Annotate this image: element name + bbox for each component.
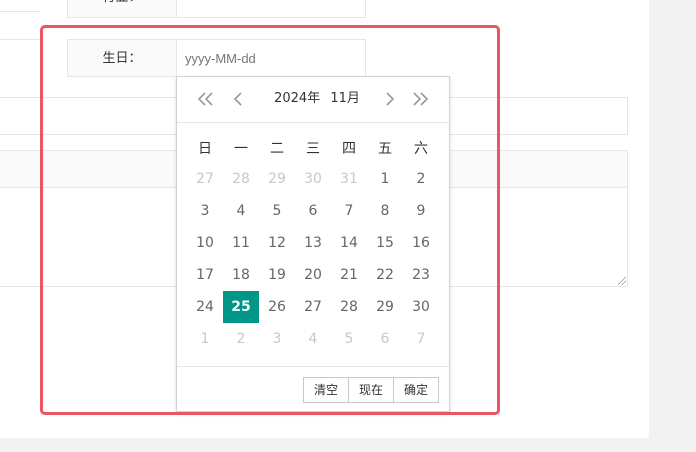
calendar-day[interactable]: 2 <box>223 323 259 355</box>
confirm-button[interactable]: 确定 <box>392 377 439 403</box>
date-picker-footer: 清空 现在 确定 <box>177 366 449 411</box>
date-picker: 2024年 11月 日 一 二 三 四 五 六 27 28 29 30 31 1 2 3 4 5 6… <box>176 76 450 412</box>
calendar-day[interactable]: 27 <box>187 163 223 195</box>
date-picker-header: 2024年 11月 <box>177 77 449 123</box>
calendar-week-row: 17 18 19 20 21 22 23 <box>187 259 439 291</box>
calendar-week-row: 3456789 <box>187 195 439 227</box>
month-year-title: 2024年 11月 <box>267 89 367 109</box>
calendar-day[interactable]: 17 <box>187 259 223 291</box>
clear-button[interactable]: 清空 <box>302 377 349 403</box>
weekday-label: 一 <box>234 141 248 157</box>
weekday-label: 日 <box>198 141 212 157</box>
calendar-day[interactable]: 16 <box>403 227 439 259</box>
calendar-day[interactable]: 18 <box>223 259 259 291</box>
weekday-label: 三 <box>306 141 320 157</box>
divider <box>0 39 40 40</box>
calendar-day[interactable]: 14 <box>331 227 367 259</box>
calendar-day[interactable]: 5 <box>259 195 295 227</box>
calendar-day[interactable]: 29 <box>367 291 403 323</box>
calendar-day[interactable]: 26 <box>259 291 295 323</box>
calendar-week-row: 27 28 29 30 31 1 2 <box>187 163 439 195</box>
calendar-day[interactable]: 19 <box>259 259 295 291</box>
calendar-day[interactable]: 20 <box>295 259 331 291</box>
double-chevron-left-icon[interactable] <box>195 89 217 109</box>
chevron-left-icon[interactable] <box>227 89 249 109</box>
calendar-week-row: 10 11 12 13 14 15 16 <box>187 227 439 259</box>
industry-input[interactable] <box>176 0 366 18</box>
calendar-week-row: 1234567 <box>187 323 439 355</box>
calendar-day[interactable]: 27 <box>295 291 331 323</box>
calendar-day[interactable]: 10 <box>187 227 223 259</box>
calendar-day[interactable]: 4 <box>223 195 259 227</box>
calendar-day[interactable]: 7 <box>403 323 439 355</box>
resize-handle-icon[interactable] <box>618 277 626 285</box>
weekday-label: 二 <box>270 141 284 157</box>
divider <box>0 11 40 12</box>
now-button[interactable]: 现在 <box>347 377 394 403</box>
weekday-label: 六 <box>414 141 428 157</box>
industry-label: 行业： <box>67 0 177 18</box>
calendar-day[interactable]: 7 <box>331 195 367 227</box>
calendar-day[interactable]: 28 <box>223 163 259 195</box>
calendar-day[interactable]: 15 <box>367 227 403 259</box>
birthday-input[interactable] <box>176 39 366 77</box>
calendar-day[interactable]: 3 <box>187 195 223 227</box>
weekday-label: 五 <box>378 141 392 157</box>
calendar-day[interactable]: 30 <box>295 163 331 195</box>
calendar-day[interactable]: 12 <box>259 227 295 259</box>
weekday-label: 四 <box>342 141 356 157</box>
calendar-day[interactable]: 31 <box>331 163 367 195</box>
calendar-day[interactable]: 1 <box>367 163 403 195</box>
calendar-day[interactable]: 24 <box>187 291 223 323</box>
calendar-week-row: 24 25 26 27 28 29 30 <box>187 291 439 323</box>
calendar-day[interactable]: 11 <box>223 227 259 259</box>
calendar-day[interactable]: 22 <box>367 259 403 291</box>
chevron-right-icon[interactable] <box>379 89 401 109</box>
calendar-day[interactable]: 30 <box>403 291 439 323</box>
calendar-day[interactable]: 23 <box>403 259 439 291</box>
calendar-day[interactable]: 21 <box>331 259 367 291</box>
calendar-day[interactable]: 2 <box>403 163 439 195</box>
calendar-days: 27 28 29 30 31 1 2 3 4 5 6 7 8 9 10 11 12 13 14 15 16 17 18 19 2… <box>187 163 439 355</box>
calendar-day[interactable]: 8 <box>367 195 403 227</box>
calendar-day[interactable]: 25 <box>223 291 259 323</box>
calendar-day[interactable]: 29 <box>259 163 295 195</box>
calendar-day[interactable]: 3 <box>259 323 295 355</box>
calendar-day[interactable]: 6 <box>367 323 403 355</box>
year-select[interactable]: 2024年 <box>271 91 323 106</box>
double-chevron-right-icon[interactable] <box>409 89 431 109</box>
calendar-day[interactable]: 5 <box>331 323 367 355</box>
birthday-label: 生日： <box>67 39 177 77</box>
calendar-day[interactable]: 9 <box>403 195 439 227</box>
calendar-day[interactable]: 4 <box>295 323 331 355</box>
calendar-day[interactable]: 28 <box>331 291 367 323</box>
calendar-day[interactable]: 6 <box>295 195 331 227</box>
calendar-grid: 日 一 二 三 四 五 六 27 28 29 30 31 1 2 3 4 5 6 7 8 9 10 11 12 1… <box>187 133 439 355</box>
month-select[interactable]: 11月 <box>327 91 363 106</box>
weekday-row: 日 一 二 三 四 五 六 <box>187 133 439 163</box>
calendar-day[interactable]: 1 <box>187 323 223 355</box>
calendar-day[interactable]: 13 <box>295 227 331 259</box>
